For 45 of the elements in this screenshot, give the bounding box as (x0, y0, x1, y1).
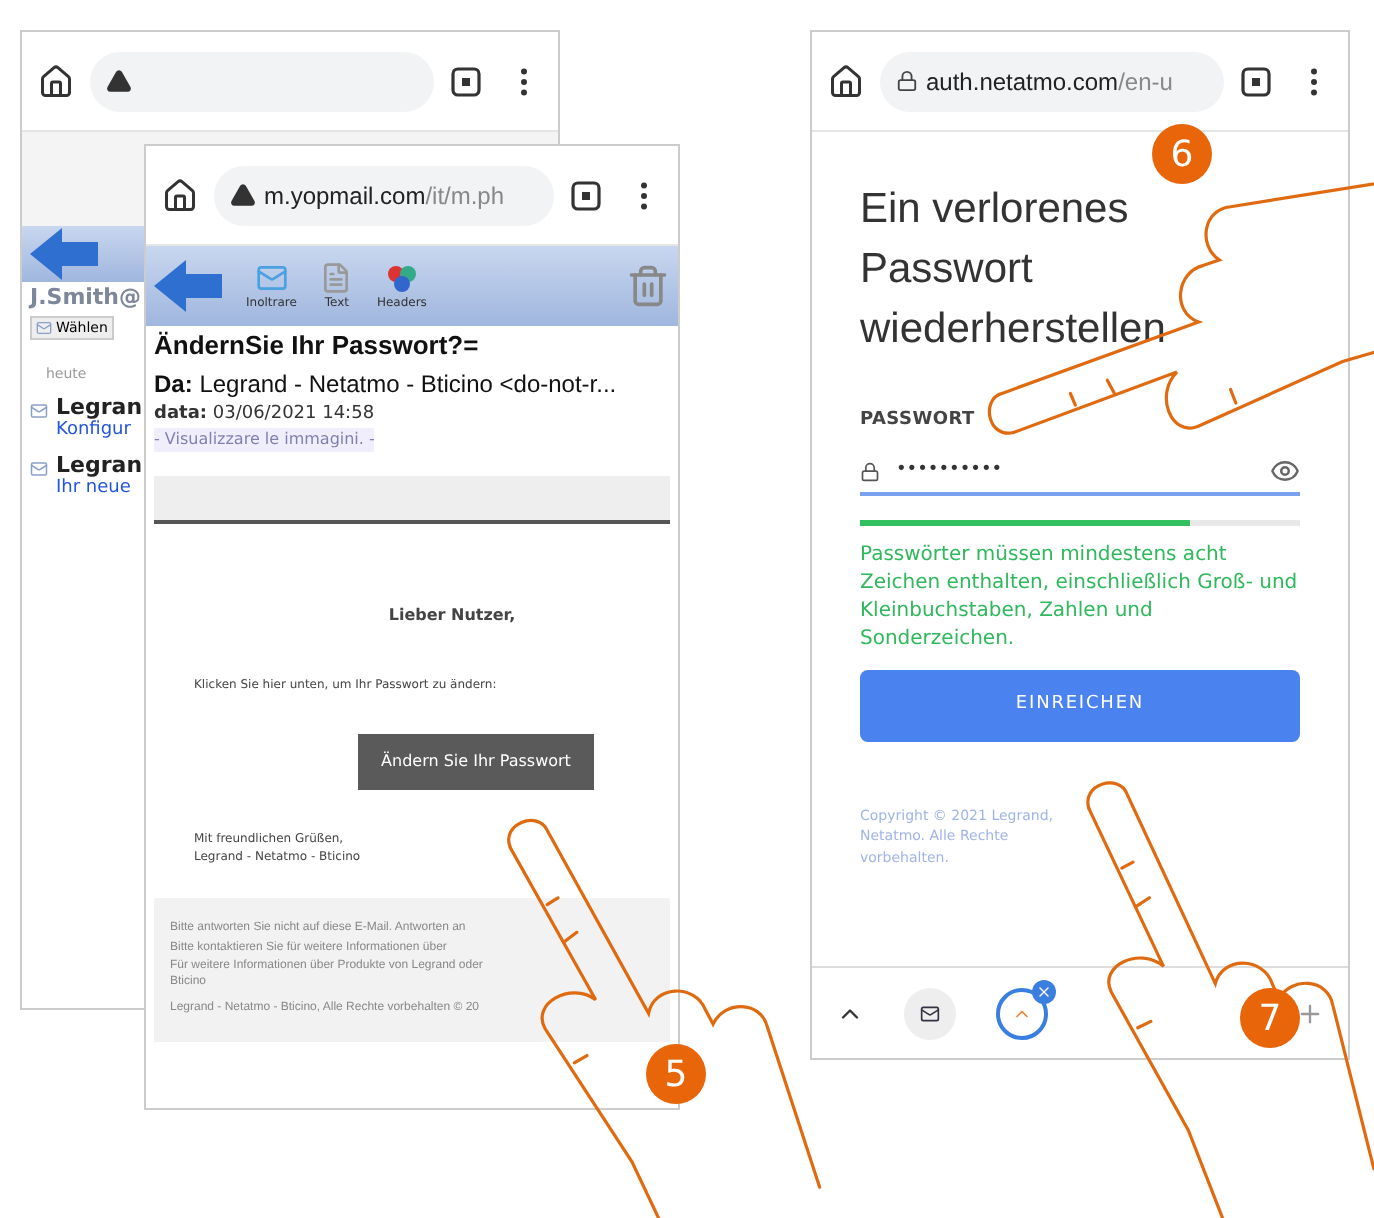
address-bar[interactable]: m.yopmail.com/it/m.ph (214, 165, 554, 225)
tab-thumbnail[interactable] (904, 987, 956, 1039)
tabs-icon[interactable] (450, 65, 482, 97)
lock-icon (896, 70, 918, 92)
show-password-icon[interactable] (1270, 456, 1300, 486)
account-name: J.Smith@ (26, 282, 144, 314)
url-text: auth.netatmo.com/en-u (926, 65, 1173, 99)
envelope-icon (30, 459, 48, 477)
back-arrow-icon[interactable] (30, 226, 98, 282)
tabs-icon[interactable] (1240, 65, 1272, 97)
colored-dots-icon (385, 261, 418, 293)
document-icon (320, 261, 353, 293)
sender-text: Legran (56, 393, 143, 419)
url-text: m.yopmail.com/it/m.ph (264, 179, 505, 213)
envelope-icon (36, 319, 52, 336)
warning-icon (230, 182, 256, 208)
sender-text: Legran (56, 451, 143, 478)
back-arrow-icon[interactable] (154, 258, 222, 314)
message-item[interactable]: Legran Ihr neue (22, 451, 144, 501)
lock-icon (860, 461, 880, 481)
home-icon[interactable] (162, 177, 198, 213)
step-badge: 5 (646, 1044, 706, 1104)
password-field[interactable]: •••••••••• (860, 451, 1300, 495)
home-icon[interactable] (828, 63, 864, 99)
password-label: PASSWORT (860, 408, 977, 434)
preview-text: Konfigur (56, 420, 131, 443)
new-tab-icon[interactable] (1296, 999, 1324, 1027)
envelope-icon (255, 261, 288, 293)
preview-text: Ihr neue (56, 478, 133, 501)
tabs-icon[interactable] (570, 179, 602, 211)
message-item[interactable]: Legran Konfigur (22, 393, 144, 443)
submit-button[interactable]: EINREICHEN (860, 669, 1300, 741)
greeting-text: Lieber Nutzer, (388, 604, 516, 628)
email-sender: Da: Legrand - Netatmo - Bticino <do-not-r... (154, 367, 617, 401)
envelope-icon (30, 401, 48, 419)
envelope-icon (920, 1003, 940, 1023)
password-hint: Passwörter müssen mindestens acht Zeichen enthalten, einschließlich Groß- und Kleinbuchstaben, Zahlen und Sonderzeichen. (860, 541, 1300, 653)
close-tab-icon[interactable] (1032, 979, 1056, 1003)
change-password-button[interactable]: Ändern Sie Ihr Passwort (357, 734, 595, 790)
address-bar[interactable]: auth.netatmo.com/en-u (880, 51, 1224, 111)
warning-icon (106, 68, 132, 94)
email-subject: ÄndernSie Ihr Passwort?= (154, 328, 479, 364)
home-icon[interactable] (38, 63, 74, 99)
page-heading: Ein verlorenes Passwort wiederherstellen (860, 184, 1168, 356)
email-date: data: 03/06/2021 14:58 (154, 401, 375, 427)
